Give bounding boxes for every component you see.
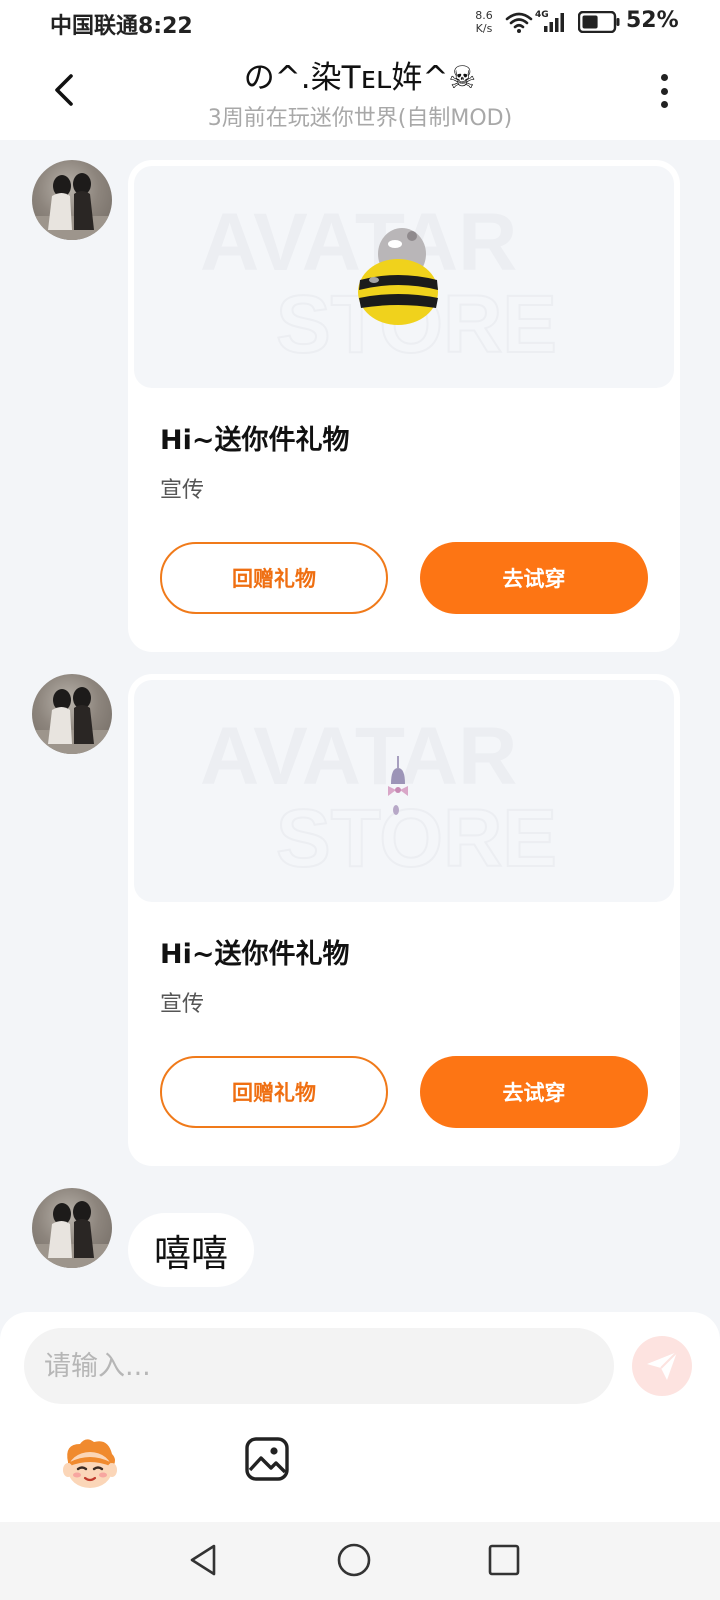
wifi-icon [505,12,533,33]
gift-preview[interactable]: AVATAR STORE [134,680,674,902]
gift-title: Hi~送你件礼物 [160,425,350,456]
contact-activity: 3周前在玩迷你世界(自制MOD) [207,106,513,131]
watermark-line-2: STORE [276,793,557,884]
gift-preview[interactable]: AVATAR STORE [134,166,674,388]
more-vertical-icon [660,74,668,81]
signal-label: 4G [535,10,549,20]
chat-header: の^.染Tᴇʟ姩^☠ 3周前在玩迷你世界(自制MOD) [0,44,720,140]
carrier-time: 中国联通8:22 [50,14,193,39]
nav-home-icon [337,1543,371,1577]
nav-back-button[interactable] [184,1540,224,1580]
network-speed-unit: K/s [475,22,493,35]
network-speed-value: 8.6 [475,9,493,22]
back-button[interactable] [40,66,88,114]
send-button[interactable] [632,1336,692,1396]
bell-ornament-icon [388,756,408,815]
emoji-mascot-icon [63,1439,117,1488]
more-options-button[interactable] [650,68,678,114]
text-message-bubble[interactable]: 嘻嘻 [128,1213,254,1287]
image-icon [245,1437,289,1481]
nav-back-icon [190,1544,216,1576]
watermark-line-1: AVATAR [200,711,517,802]
sender-avatar[interactable] [32,674,112,754]
contact-name: の^.染Tᴇʟ姩^☠ [243,60,477,96]
bee-costume-icon [358,228,438,325]
battery-percent: 52% [626,8,679,33]
input-panel [0,1312,720,1522]
avatar-photo [32,1201,112,1268]
send-icon [647,1351,678,1380]
system-nav-bar [0,1522,720,1600]
sender-avatar[interactable] [32,1188,112,1268]
try-on-button[interactable]: 去试穿 [420,1056,648,1128]
nav-home-button[interactable] [334,1540,374,1580]
nav-recents-button[interactable] [484,1540,524,1580]
network-speed: 8.6 K/s [470,9,498,35]
back-arrow-icon [55,74,73,106]
avatar-photo [32,687,112,754]
battery-icon [578,11,620,33]
emoji-button[interactable] [60,1436,120,1492]
gift-message-card: AVATAR STORE Hi~送你件礼物 宣传 回赠礼物 去试穿 [128,674,680,1166]
try-on-button[interactable]: 去试穿 [420,542,648,614]
sender-avatar[interactable] [32,160,112,240]
nav-recents-icon [488,1544,520,1576]
message-input[interactable] [24,1328,614,1404]
gift-title: Hi~送你件礼物 [160,939,350,970]
avatar-photo [32,173,112,240]
gift-subtitle: 宣传 [160,478,205,503]
status-bar: 中国联通8:22 8.6 K/s 4G 52% [0,0,720,44]
image-picker-button[interactable] [244,1436,290,1482]
return-gift-button[interactable]: 回赠礼物 [160,1056,388,1128]
gift-subtitle: 宣传 [160,992,205,1017]
signal-icon: 4G [535,10,564,32]
gift-message-card: AVATAR STORE Hi~送你件礼物 宣传 回赠礼物 去试穿 [128,160,680,652]
return-gift-button[interactable]: 回赠礼物 [160,542,388,614]
